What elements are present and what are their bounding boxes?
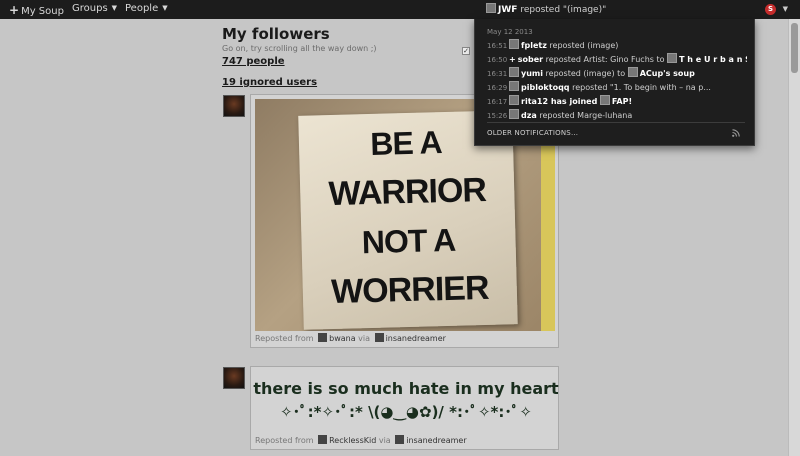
notification-time: 15:26 — [487, 112, 508, 120]
user-avatar — [509, 81, 519, 91]
avatar[interactable] — [223, 367, 245, 389]
quote-text: there is so much hate in my heart — [253, 379, 559, 398]
post-quote-card: there is so much hate in my heart ✧･ﾟ:*✧… — [250, 366, 559, 450]
group-avatar — [599, 95, 610, 105]
plus-icon: + — [509, 55, 516, 64]
notification-user[interactable]: sober — [518, 55, 543, 64]
soup-avatar — [627, 67, 638, 77]
via-label: via — [378, 436, 391, 445]
notification-target[interactable]: T h e U r b a n S o u p — [679, 55, 747, 64]
source-user-link[interactable]: RecklessKid — [329, 436, 376, 445]
notification-avatar — [486, 3, 496, 13]
notification-item[interactable]: 16:17 rita12 has joined FAP! — [487, 95, 747, 106]
notification-user[interactable]: fpletz — [521, 41, 547, 50]
notification-item[interactable]: 15:26 dza reposted Marge-luhana — [487, 109, 747, 120]
user-avatar — [509, 67, 519, 77]
filter-checkbox[interactable]: ✓ — [462, 47, 470, 55]
followers-count-link[interactable]: 747 people — [222, 56, 285, 67]
notification-item[interactable]: 16:50 + sober reposted Artist: Gino Fuchs … — [487, 53, 747, 64]
notification-time: 16:51 — [487, 42, 508, 50]
notification-text: reposted "(image)" — [520, 5, 607, 15]
user-menu-avatar[interactable]: S — [765, 4, 776, 15]
page-subtitle: Go on, try scrolling all the way down ;) — [222, 44, 377, 53]
notification-text: reposted (image) — [549, 41, 619, 50]
repost-attribution: Reposted from RecklessKid via insanedrea… — [255, 435, 467, 445]
notification-time: 16:29 — [487, 84, 508, 92]
scrollbar-thumb[interactable] — [791, 23, 798, 73]
user-avatar — [509, 39, 519, 49]
top-navigation-bar: + My Soup Groups ▼ People ▼ JWF reposted "(… — [0, 0, 800, 19]
page-title: My followers — [222, 25, 330, 43]
reposted-label: Reposted from — [255, 436, 314, 445]
poster-line: NOT A — [361, 221, 456, 261]
notifications-dropdown: May 12 2013 16:51 fpletz reposted (image)… — [474, 19, 755, 146]
latest-notification[interactable]: JWF reposted "(image)" — [486, 3, 606, 15]
user-avatar — [509, 109, 519, 119]
via-user-link[interactable]: insanedreamer — [386, 334, 446, 343]
notification-time: 16:31 — [487, 70, 508, 78]
soup-avatar — [667, 53, 678, 63]
repost-attribution: Reposted from bwana via insanedreamer — [255, 333, 446, 343]
divider — [487, 122, 745, 123]
plus-icon: + — [9, 3, 20, 17]
poster-line: WARRIOR — [328, 170, 487, 214]
notification-item[interactable]: 16:29 pibloktoqq reposted "1. To begin wi… — [487, 81, 747, 92]
notification-text: reposted "1. To begin with – na p... — [572, 83, 711, 92]
my-soup-link[interactable]: + My Soup — [9, 3, 64, 17]
people-menu[interactable]: People ▼ — [125, 3, 168, 14]
via-label: via — [358, 334, 371, 343]
reposted-label: Reposted from — [255, 334, 314, 343]
ignored-users-link[interactable]: 19 ignored users — [222, 77, 317, 88]
notification-target[interactable]: FAP! — [612, 97, 632, 106]
notification-user: JWF — [498, 5, 518, 15]
notification-target[interactable]: ACup's soup — [640, 69, 695, 78]
notification-date: May 12 2013 — [487, 28, 533, 36]
source-avatar — [318, 435, 328, 444]
notification-text: reposted Artist: Gino Fuchs to — [545, 55, 665, 64]
avatar[interactable] — [223, 95, 245, 117]
notification-time: 16:17 — [487, 98, 508, 106]
via-avatar — [395, 435, 405, 444]
poster-line: WORRIER — [330, 268, 489, 312]
source-user-link[interactable]: bwana — [329, 334, 356, 343]
groups-label: Groups — [72, 3, 108, 14]
my-soup-label: My Soup — [21, 6, 64, 17]
notification-text: reposted Marge-luhana — [539, 111, 633, 120]
via-user-link[interactable]: insanedreamer — [406, 436, 466, 445]
notification-user[interactable]: yumi — [521, 69, 543, 78]
via-avatar — [374, 333, 384, 342]
chevron-down-icon: ▼ — [162, 4, 168, 12]
older-notifications-link[interactable]: OLDER NOTIFICATIONS... — [487, 129, 578, 137]
notification-user[interactable]: rita12 has joined — [521, 97, 597, 106]
chevron-down-icon: ▼ — [111, 4, 118, 12]
page-scrollbar[interactable] — [788, 19, 800, 456]
notification-time: 16:50 — [487, 56, 508, 64]
notification-item[interactable]: 16:51 fpletz reposted (image) — [487, 39, 747, 50]
user-avatar — [509, 95, 519, 105]
notification-user[interactable]: dza — [521, 111, 537, 120]
rss-icon[interactable] — [732, 129, 740, 137]
people-label: People — [125, 3, 159, 14]
groups-menu[interactable]: Groups ▼ — [72, 3, 117, 14]
chevron-down-icon[interactable]: ▼ — [783, 5, 788, 13]
notification-item[interactable]: 16:31 yumi reposted (image) to ACup's sou… — [487, 67, 747, 78]
notification-text: reposted (image) to — [545, 69, 626, 78]
kaomoji-text: ✧･ﾟ:*✧･ﾟ:* \(◕‿◕✿)/ *:･ﾟ✧*:･ﾟ✧ — [280, 403, 532, 421]
source-avatar — [318, 333, 328, 342]
notification-user[interactable]: pibloktoqq — [521, 83, 570, 92]
